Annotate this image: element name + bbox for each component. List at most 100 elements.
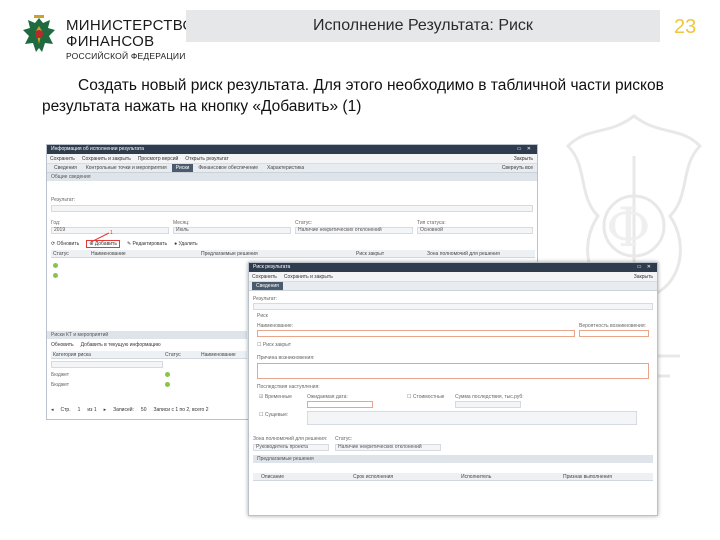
col-closed[interactable]: Риск закрыт — [356, 251, 384, 257]
tab-checkpoints[interactable]: Контрольные точки и мероприятия — [82, 164, 171, 172]
tab-characteristics[interactable]: Характеристика — [263, 164, 308, 172]
save-close-button[interactable]: Сохранить и закрыть — [82, 156, 131, 162]
dialog-result-label: Результат: — [253, 296, 278, 302]
sol-col-description[interactable]: Описание — [261, 474, 284, 480]
save-button[interactable]: Сохранить — [50, 156, 75, 162]
kt-col-status[interactable]: Статус — [165, 352, 181, 358]
edit-button[interactable]: ✎ Редактировать — [127, 241, 167, 247]
status-type-field: Основной — [417, 227, 533, 234]
zone-select[interactable]: Руководитель проекта — [253, 444, 329, 451]
dialog-tab-info[interactable]: Сведения — [252, 282, 283, 290]
window-titlebar: Информация об исполнении результата ▭ ✕ — [47, 145, 537, 154]
probability-label: Вероятность возникновения: — [579, 323, 646, 329]
sol-col-done[interactable]: Признак выполнения — [563, 474, 612, 480]
tab-finance[interactable]: Финансовое обеспечение — [194, 164, 262, 172]
solutions-grid-header: Описание Срок исполнения Исполнитель При… — [253, 473, 653, 481]
col-solutions[interactable]: Предлагаемые решения — [201, 251, 258, 257]
dialog-close-button[interactable]: Закрыть — [634, 274, 653, 280]
status-ok-icon — [165, 382, 170, 387]
collapse-all-button[interactable]: Свернуть все — [502, 165, 533, 171]
expected-date-input[interactable] — [307, 401, 373, 408]
dialog-save-close-button[interactable]: Сохранить и закрыть — [284, 274, 333, 280]
pager-records-select[interactable]: 50 — [141, 407, 147, 413]
status-ok-icon — [165, 372, 170, 377]
solutions-section-header: Предлагаемые решения — [253, 455, 653, 463]
dialog-tabs: Сведения — [249, 282, 657, 291]
status-label: Статус: — [295, 220, 313, 226]
kt-col-name[interactable]: Наименование — [201, 352, 236, 358]
result-field — [51, 205, 533, 212]
temporary-checkbox[interactable]: ☑ Временные — [259, 394, 292, 400]
refresh-label: Обновить — [56, 241, 80, 247]
col-zone[interactable]: Зона полномочий для решения — [427, 251, 500, 257]
month-label: Месяц: — [173, 220, 190, 226]
temporary-label: Временные — [264, 394, 292, 400]
cost-checkbox[interactable]: ☐ Стоимостные — [407, 394, 444, 400]
slide-title: Исполнение Результата: Риск — [313, 17, 533, 34]
kt-row-category: Бюджет — [51, 372, 70, 378]
tab-info[interactable]: Сведения — [50, 164, 81, 172]
risk-name-label: Наименование: — [257, 323, 294, 329]
consequences-label: Последствия наступления: — [257, 384, 320, 390]
risks-grid-header: Статус Наименование Предлагаемые решения… — [51, 250, 535, 258]
kt-row-category: Бюджет — [51, 382, 70, 388]
other-label: Сущевые: — [264, 412, 289, 418]
risk-closed-checkbox[interactable]: ☐ Риск закрыт — [257, 342, 291, 348]
risk-closed-label: Риск закрыт — [262, 342, 292, 348]
dialog-save-button[interactable]: Сохранить — [252, 274, 277, 280]
risk-section-label: Риск — [257, 313, 268, 319]
general-section-header: Общие сведения — [47, 173, 537, 181]
pager-range-text: Записи с 1 по 2, всего 2 — [153, 407, 209, 413]
kt-add-to-current-button[interactable]: Добавить в текущую информацию — [81, 342, 161, 348]
window-toolbar: Сохранить Сохранить и закрыть Просмотр в… — [47, 154, 537, 164]
status-field: Наличие некритических отклонений — [295, 227, 413, 234]
pager-prev-icon[interactable]: ◂ — [51, 407, 54, 413]
window-title: Информация об исполнении результата — [51, 146, 145, 152]
pager-page-label: Стр. — [60, 407, 71, 413]
svg-text:Ф: Ф — [606, 196, 651, 259]
dialog-toolbar: Сохранить Сохранить и закрыть Закрыть — [249, 272, 657, 282]
dialog-controls[interactable]: ▭ ✕ — [637, 265, 653, 270]
probability-select[interactable] — [579, 330, 649, 337]
status-ok-icon — [53, 273, 58, 278]
risks-grid-toolbar: ⟳ Обновить ⊕ Добавить ✎ Редактировать ● … — [51, 240, 198, 248]
pager-next-icon[interactable]: ▸ — [104, 407, 107, 413]
ministry-logo: МИНИСТЕРСТВО ФИНАНСОВ РОССИЙСКОЙ ФЕДЕРАЦ… — [20, 12, 194, 60]
close-button[interactable]: Закрыть — [514, 156, 533, 162]
window-controls[interactable]: ▭ ✕ — [517, 147, 533, 152]
risk-dialog-window: Риск результата ▭ ✕ Сохранить Сохранить … — [248, 262, 658, 516]
pager-page-input[interactable]: 1 — [78, 407, 81, 413]
sol-col-deadline[interactable]: Срок исполнения — [353, 474, 393, 480]
status-type-label: Тип статуса: — [417, 220, 446, 226]
sum-input[interactable] — [455, 401, 521, 408]
col-status[interactable]: Статус — [53, 251, 69, 257]
month-field: Июль — [173, 227, 291, 234]
expected-date-label: Ожидаемая дата: — [307, 394, 348, 400]
sol-col-executor[interactable]: Исполнитель — [461, 474, 491, 480]
cause-textarea[interactable] — [257, 363, 649, 379]
callout-arrow-icon — [90, 232, 110, 243]
refresh-button[interactable]: ⟳ Обновить — [51, 241, 79, 247]
risk-name-input[interactable] — [257, 330, 575, 337]
page-number: 23 — [674, 16, 697, 38]
ministry-name-line3: РОССИЙСКОЙ ФЕДЕРАЦИИ — [66, 51, 186, 61]
kt-refresh-button[interactable]: Обновить — [51, 342, 74, 348]
pager-of-label: из 1 — [87, 407, 97, 413]
status-ok-icon — [53, 263, 58, 268]
kt-toolbar: Обновить Добавить в текущую информацию — [51, 342, 161, 348]
pager-records-label: Записей: — [113, 407, 134, 413]
delete-button[interactable]: ● Удалить — [174, 241, 198, 247]
open-result-button[interactable]: Открыть результат — [185, 156, 228, 162]
other-textarea[interactable] — [307, 411, 637, 425]
kt-filter-field[interactable] — [51, 361, 163, 368]
ministry-name-line1: МИНИСТЕРСТВО — [66, 17, 195, 34]
kt-col-category[interactable]: Категория риска — [53, 352, 91, 358]
tab-risks[interactable]: Риски — [171, 164, 194, 172]
window-tabs: Сведения Контрольные точки и мероприятия… — [47, 164, 537, 173]
versions-button[interactable]: Просмотр версий — [138, 156, 178, 162]
col-name[interactable]: Наименование — [91, 251, 126, 257]
delete-label: Удалить — [178, 241, 198, 247]
slide-title-bar: Исполнение Результата: Риск — [186, 10, 660, 42]
other-checkbox[interactable]: ☐ Сущевые: — [259, 412, 288, 418]
result-label: Результат: — [51, 197, 76, 203]
